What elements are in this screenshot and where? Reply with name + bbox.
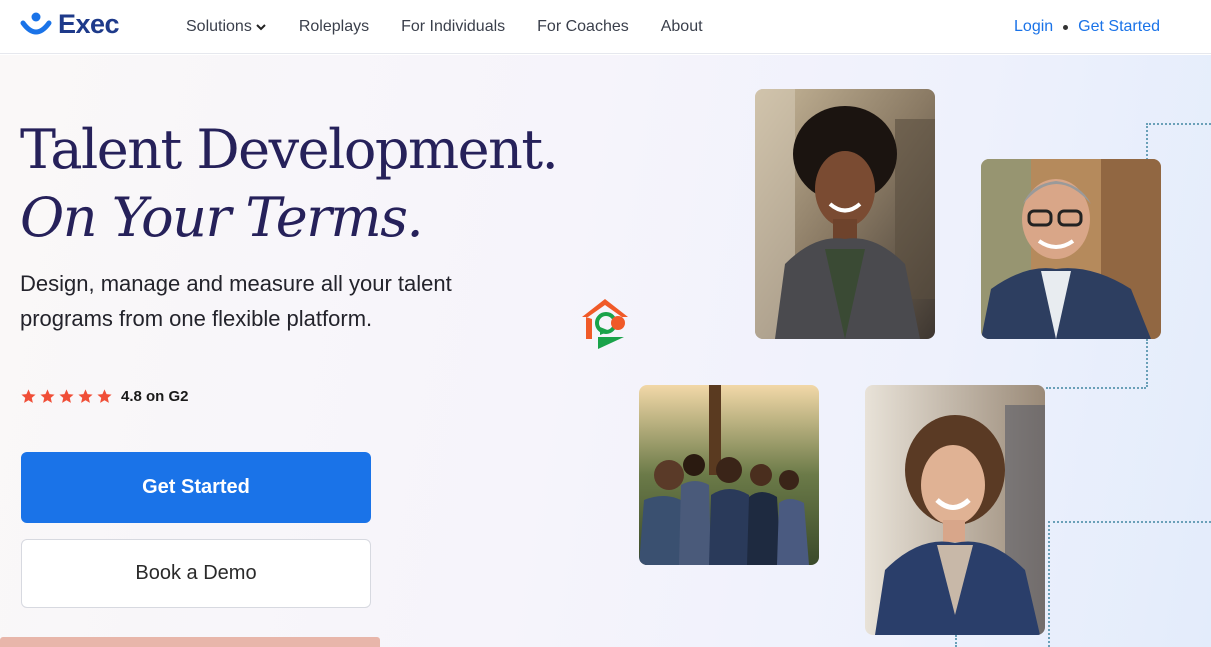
connector-line: [1146, 339, 1148, 387]
chevron-down-icon: [256, 24, 266, 31]
photo-woman-blazer: [865, 385, 1045, 635]
rating-text: 4.8 on G2: [121, 388, 189, 405]
nav-solutions-label: Solutions: [186, 18, 252, 35]
auth-links: Login Get Started: [1014, 0, 1160, 54]
nav-solutions[interactable]: Solutions: [186, 18, 267, 36]
hero-title: Talent Development.: [20, 118, 559, 181]
connector-line: [1048, 521, 1050, 647]
logo[interactable]: Exec: [20, 9, 120, 40]
hero-title-italic: On Your Terms.: [20, 186, 424, 249]
star-icon: [78, 389, 93, 403]
book-demo-button[interactable]: Book a Demo: [21, 539, 371, 608]
star-icon: [59, 389, 74, 403]
connector-line: [1146, 123, 1211, 125]
nav-about[interactable]: About: [661, 18, 703, 36]
rating-stars: [20, 388, 113, 405]
nav-roleplays[interactable]: Roleplays: [299, 18, 369, 36]
nav-for-individuals[interactable]: For Individuals: [401, 18, 505, 36]
login-link[interactable]: Login: [1014, 18, 1053, 36]
connector-line: [955, 635, 957, 647]
photo-man-glasses: [981, 159, 1161, 339]
connector-line: [1048, 521, 1211, 523]
get-started-button[interactable]: Get Started: [21, 452, 371, 523]
photo-group-outdoors: [639, 385, 819, 565]
header-get-started-link[interactable]: Get Started: [1078, 18, 1160, 36]
photo-woman-curly-hair: [755, 89, 935, 339]
cookie-banner-edge: [0, 637, 380, 647]
floating-badge-icon[interactable]: [580, 295, 630, 351]
logo-text: Exec: [58, 9, 120, 39]
top-navigation-bar: Exec Solutions Roleplays For Individuals…: [0, 0, 1211, 54]
star-icon: [21, 389, 36, 403]
connector-line: [1146, 123, 1148, 163]
smile-logo-icon: [20, 12, 52, 34]
g2-rating: 4.8 on G2: [20, 388, 189, 405]
hero-section: Talent Development. On Your Terms. Desig…: [0, 55, 1211, 647]
separator-dot: [1063, 24, 1069, 30]
star-icon: [97, 389, 112, 403]
hero-subtitle: Design, manage and measure all your tale…: [20, 271, 452, 331]
main-nav: Solutions Roleplays For Individuals For …: [186, 0, 735, 54]
connector-line: [1046, 387, 1146, 389]
star-icon: [40, 389, 55, 403]
nav-for-coaches[interactable]: For Coaches: [537, 18, 629, 36]
